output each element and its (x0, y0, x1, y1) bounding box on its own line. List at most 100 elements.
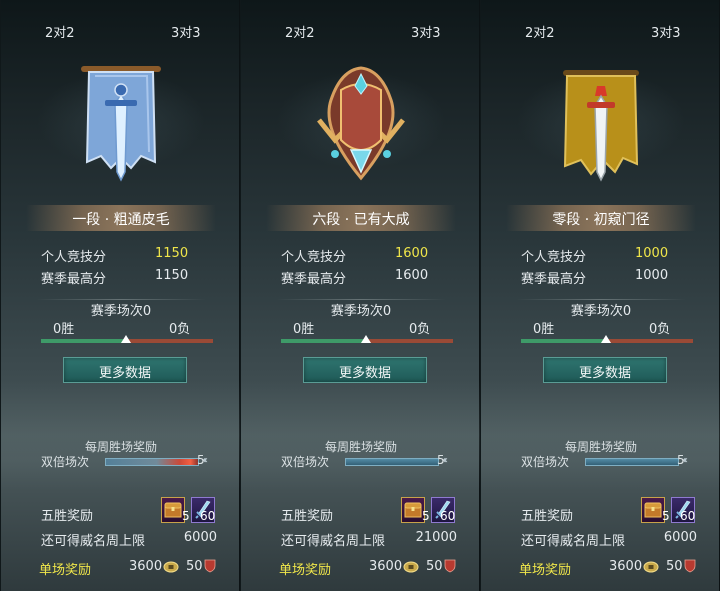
more-data-label: 更多数据 (338, 366, 391, 381)
wins-count: 0胜 (293, 322, 315, 337)
single-honor-value: 50 (426, 559, 443, 574)
personal-score-label: 个人竞技分 (281, 250, 347, 265)
single-match-reward-label: 单场奖励 (279, 563, 332, 578)
honor-shield-icon (684, 559, 696, 573)
single-coin-value: 3600 (609, 559, 643, 574)
double-matches-label: 双倍场次 (521, 455, 570, 469)
win-bar (41, 339, 125, 343)
single-honor-value: 50 (186, 559, 203, 574)
arena-panel-3: 2对2 3对3 零段 · 初窥门径 个人竞技分 1000 赛季最高分 1000 … (480, 0, 720, 591)
double-matches-label: 双倍场次 (281, 455, 330, 469)
weekly-cap-value: 6000 (663, 530, 697, 545)
win-loss-bar (521, 335, 693, 343)
tab-3v3[interactable]: 3对3 (651, 22, 681, 41)
sword-token-count: 60 (440, 509, 456, 523)
coin-icon (643, 561, 659, 573)
tab-2v2[interactable]: 2对2 (45, 22, 75, 41)
five-win-reward-label: 五胜奖励 (281, 509, 334, 524)
single-match-reward-label: 单场奖励 (519, 563, 572, 578)
double-matches-bar: ‹‹‹ (585, 455, 688, 467)
honor-shield-icon (444, 559, 456, 573)
win-bar (281, 339, 365, 343)
season-high-label: 赛季最高分 (521, 272, 587, 287)
rank-title-banner: 一段 · 粗通皮毛 (26, 205, 216, 231)
weekly-cap-label: 还可得威名周上限 (521, 534, 626, 549)
double-track (345, 458, 439, 466)
rank-title: 一段 · 粗通皮毛 (72, 212, 170, 228)
weekly-reward-title: 每周胜场奖励 (324, 440, 397, 454)
more-data-button[interactable]: 更多数据 (543, 357, 667, 383)
tab-2v2[interactable]: 2对2 (525, 22, 555, 41)
loss-bar (605, 339, 693, 343)
double-matches-label: 双倍场次 (41, 455, 90, 469)
win-bar (521, 339, 605, 343)
personal-score-value: 1150 (155, 246, 189, 261)
season-high-value: 1150 (155, 268, 189, 283)
sword-token-count: 60 (200, 509, 216, 523)
weekly-cap-value: 6000 (183, 530, 217, 545)
season-matches: 赛季场次0 (570, 304, 632, 319)
single-honor-value: 50 (666, 559, 683, 574)
bronze-crest-icon (317, 66, 405, 181)
personal-score-label: 个人竞技分 (521, 250, 587, 265)
coin-icon (403, 561, 419, 573)
season-high-label: 赛季最高分 (41, 272, 107, 287)
single-coin-value: 3600 (129, 559, 163, 574)
arena-screen: 2对2 3对3 一段 · 粗通皮毛 个人竞技分 1150 赛季最高分 1150 … (0, 0, 720, 591)
weekly-cap-label: 还可得威名周上限 (41, 534, 146, 549)
season-high-value: 1600 (395, 268, 429, 283)
season-matches: 赛季场次0 (330, 304, 392, 319)
chest-count: 5 (182, 509, 190, 523)
chest-count: 5 (662, 509, 670, 523)
weekly-cap-value: 21000 (415, 530, 457, 545)
ratio-marker-icon (121, 335, 131, 343)
rank-title: 零段 · 初窥门径 (552, 212, 650, 228)
more-data-button[interactable]: 更多数据 (303, 357, 427, 383)
tab-2v2[interactable]: 2对2 (285, 22, 315, 41)
arena-panel-2: 2对2 3对3 六段 · 已有大成 个人竞技分 1600 赛季最高分 1600 … (240, 0, 481, 591)
five-win-reward-label: 五胜奖励 (521, 509, 574, 524)
tab-3v3[interactable]: 3对3 (411, 22, 441, 41)
ratio-marker-icon (361, 335, 371, 343)
sword-token-count: 60 (680, 509, 696, 523)
losses-count: 0负 (649, 322, 671, 337)
blue-banner-sword-icon (81, 66, 161, 182)
win-loss-bar (41, 335, 213, 343)
double-matches-bar: ‹‹‹ (105, 455, 208, 467)
weekly-cap-label: 还可得威名周上限 (281, 534, 386, 549)
gold-banner-sword-icon (563, 70, 639, 182)
arena-panel-1: 2对2 3对3 一段 · 粗通皮毛 个人竞技分 1150 赛季最高分 1150 … (0, 0, 241, 591)
double-matches-count: 5 (437, 453, 445, 467)
double-matches-count: 5 (197, 453, 205, 467)
rank-title: 六段 · 已有大成 (312, 212, 410, 228)
five-win-reward-label: 五胜奖励 (41, 509, 94, 524)
double-matches-count: 5 (677, 453, 685, 467)
season-high-value: 1000 (635, 268, 669, 283)
single-match-reward-label: 单场奖励 (39, 563, 92, 578)
personal-score-label: 个人竞技分 (41, 250, 107, 265)
honor-shield-icon (204, 559, 216, 573)
win-loss-bar (281, 335, 453, 343)
season-high-label: 赛季最高分 (281, 272, 347, 287)
losses-count: 0负 (409, 322, 431, 337)
rank-title-banner: 六段 · 已有大成 (266, 205, 456, 231)
rank-title-banner: 零段 · 初窥门径 (506, 205, 696, 231)
more-data-label: 更多数据 (578, 366, 631, 381)
weekly-reward-title: 每周胜场奖励 (84, 440, 157, 454)
double-matches-bar: ‹‹‹ (345, 455, 448, 467)
coin-icon (163, 561, 179, 573)
double-track (585, 458, 679, 466)
tab-3v3[interactable]: 3对3 (171, 22, 201, 41)
personal-score-value: 1600 (395, 246, 429, 261)
losses-count: 0负 (169, 322, 191, 337)
loss-bar (365, 339, 453, 343)
wins-count: 0胜 (533, 322, 555, 337)
ratio-marker-icon (601, 335, 611, 343)
double-track (105, 458, 199, 466)
chest-count: 5 (422, 509, 430, 523)
more-data-button[interactable]: 更多数据 (63, 357, 187, 383)
more-data-label: 更多数据 (98, 366, 151, 381)
personal-score-value: 1000 (635, 246, 669, 261)
loss-bar (125, 339, 213, 343)
season-matches: 赛季场次0 (90, 304, 152, 319)
